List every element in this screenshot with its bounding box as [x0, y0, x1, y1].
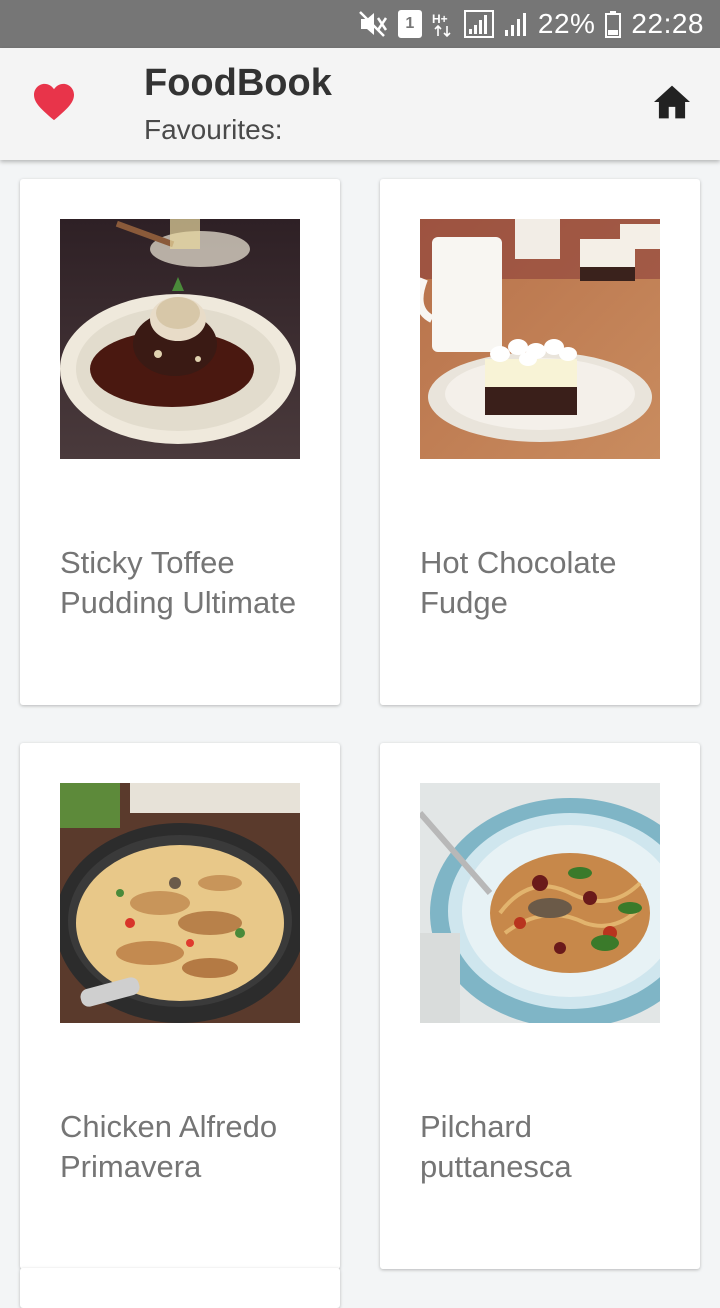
signal-icon [504, 10, 528, 38]
recipe-card[interactable] [20, 1268, 340, 1308]
recipe-card[interactable]: Hot Chocolate Fudge [380, 179, 700, 705]
recipe-title: Hot Chocolate Fudge [420, 545, 617, 620]
clock: 22:28 [631, 8, 704, 39]
recipe-card[interactable]: Chicken Alfredo Primavera [20, 743, 340, 1269]
home-icon[interactable] [652, 84, 692, 124]
status-bar: 1 H+ 22% 22:28 [0, 0, 720, 48]
recipe-image [420, 783, 660, 1023]
svg-text:H+: H+ [432, 12, 448, 26]
heart-icon[interactable] [32, 82, 80, 126]
recipe-title: Chicken Alfredo Primavera [60, 1109, 278, 1184]
recipe-title: Pilchard puttanesca [420, 1109, 572, 1184]
page-subtitle: Favourites: [144, 114, 283, 145]
app-title: FoodBook [144, 62, 332, 104]
recipe-image [60, 219, 300, 459]
recipe-card[interactable]: Sticky Toffee Pudding Ultimate [20, 179, 340, 705]
network-hplus-icon: H+ [432, 10, 454, 38]
signal-icon [463, 10, 494, 38]
recipe-title: Sticky Toffee Pudding Ultimate [60, 545, 297, 620]
recipe-image [60, 783, 300, 1023]
recipe-image [420, 219, 660, 459]
battery-percent: 22% [537, 8, 596, 39]
recipe-card[interactable]: Pilchard puttanesca [380, 743, 700, 1269]
app-bar: FoodBook Favourites: [0, 48, 720, 160]
battery-icon [605, 10, 622, 38]
sim-icon: 1 [397, 10, 422, 38]
mute-icon [358, 10, 388, 38]
